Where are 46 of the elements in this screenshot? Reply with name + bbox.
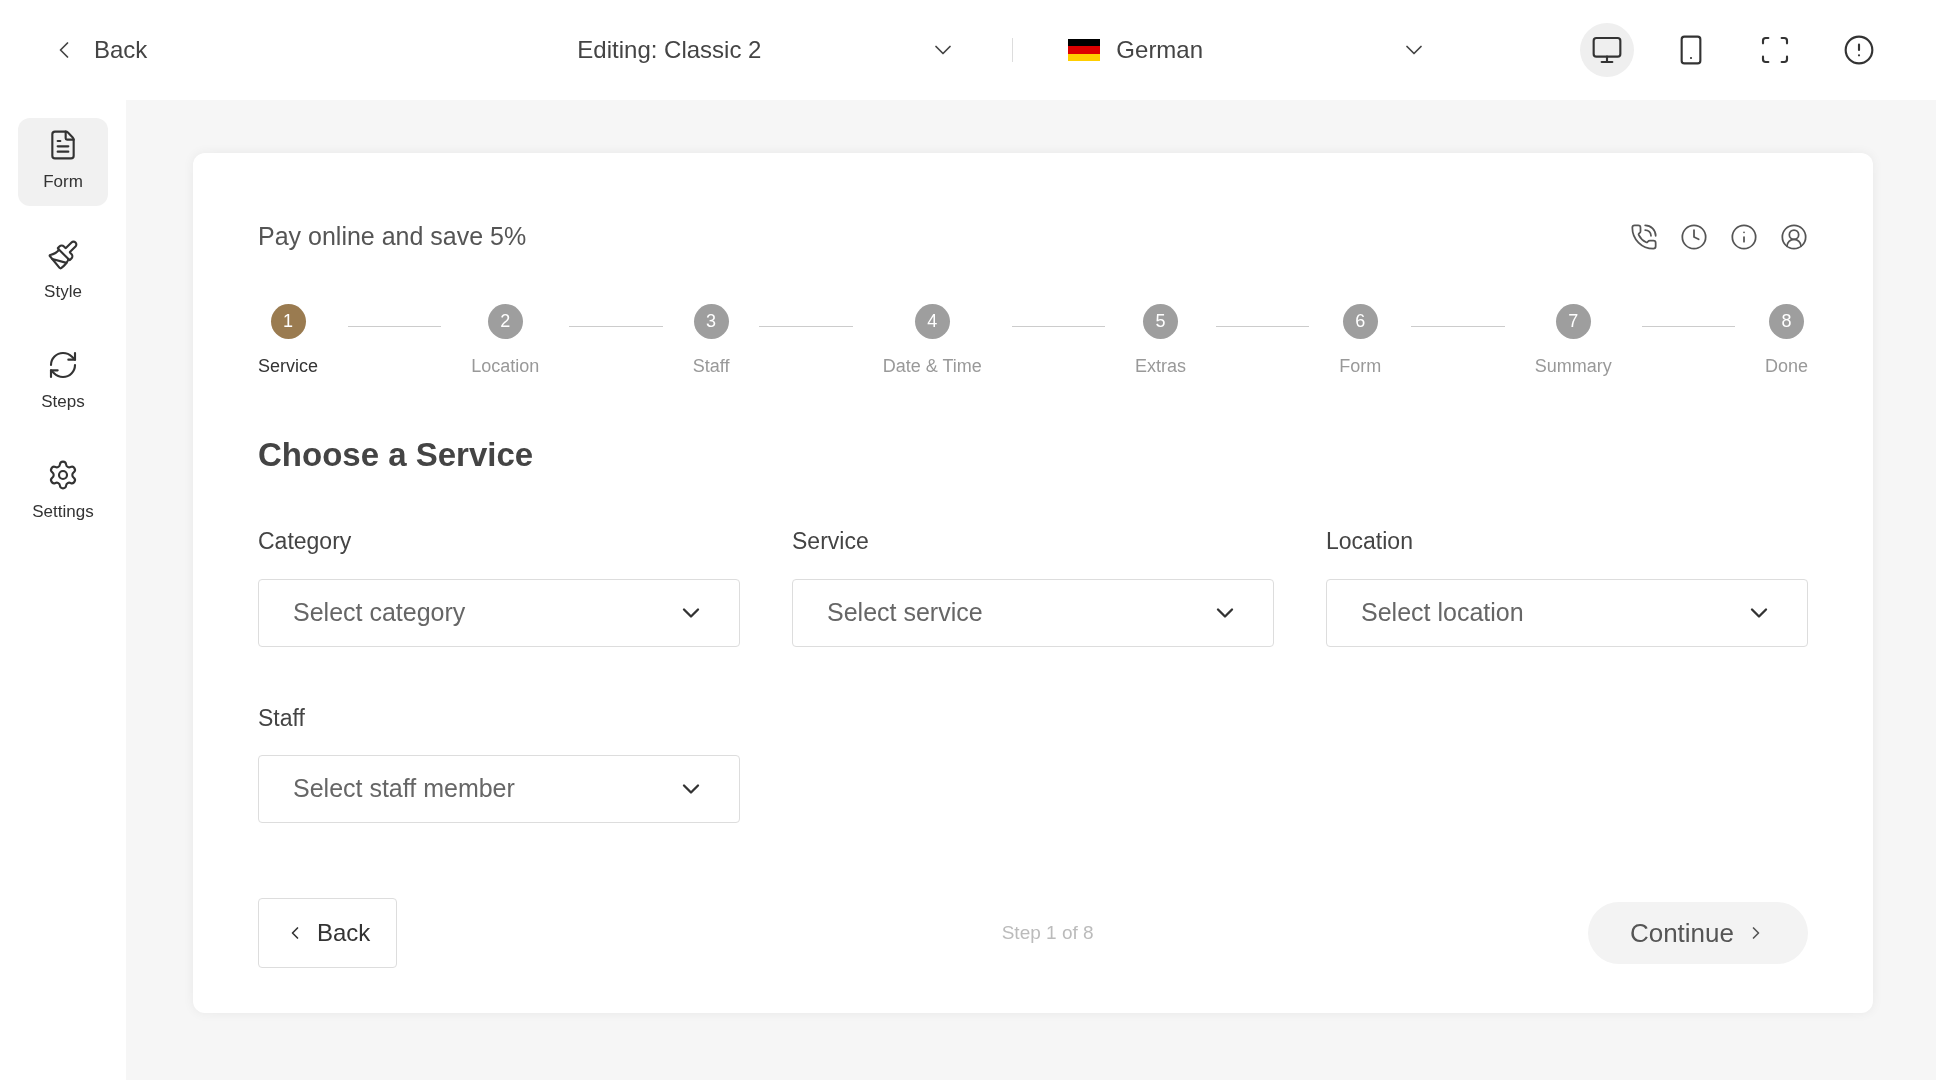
phone-icon[interactable] [1630, 222, 1658, 251]
template-dropdown[interactable]: Editing: Classic 2 [577, 32, 958, 68]
sidebar-item[interactable]: Settings [18, 448, 108, 536]
field-label: Staff [258, 703, 306, 733]
step-label: Form [1339, 354, 1382, 378]
select-field[interactable]: Select service [792, 578, 1274, 647]
step-label: Extras [1135, 354, 1187, 378]
section-heading: Choose a Service [258, 434, 535, 475]
back-link[interactable]: Back [50, 32, 148, 68]
language-dropdown[interactable]: German [1068, 32, 1429, 68]
select-field[interactable]: Select category [258, 578, 740, 647]
sidebar-item[interactable]: Steps [18, 338, 108, 426]
back-button[interactable]: Back [258, 898, 398, 968]
select-field[interactable]: Select location [1326, 578, 1808, 647]
sidebar-item[interactable]: Style [18, 228, 108, 316]
field-label: Service [792, 527, 870, 556]
step-label: Location [471, 354, 540, 378]
step-number: 2 [487, 303, 523, 339]
clock-icon[interactable] [1680, 222, 1708, 251]
step-number: 4 [914, 303, 950, 339]
continue-button[interactable]: Continue [1587, 902, 1808, 964]
step-number: 3 [693, 303, 729, 339]
step-number: 5 [1143, 303, 1179, 339]
field-label: Location [1326, 527, 1414, 556]
step-counter: Step 1 of 8 [1001, 920, 1094, 945]
step-number: 7 [1555, 303, 1591, 339]
select-field[interactable]: Select staff member [258, 755, 740, 823]
step-label: Service [258, 354, 319, 378]
step-label: Summary [1534, 354, 1612, 378]
step-label: Staff [692, 354, 730, 378]
sidebar-item[interactable]: Form [18, 118, 108, 206]
info-icon[interactable] [1730, 222, 1758, 251]
brush-icon [47, 239, 79, 272]
field-label: Category [258, 527, 353, 556]
user-icon[interactable] [1780, 222, 1808, 251]
fullscreen-icon [1759, 34, 1791, 66]
step-number: 1 [270, 303, 306, 339]
step-label: Done [1764, 354, 1808, 378]
settings-icon [47, 459, 79, 492]
germany-flag-icon [1068, 39, 1101, 61]
step-number: 6 [1342, 303, 1378, 339]
step-label: Date & Time [882, 354, 982, 378]
promo-text: Pay online and save 5% [258, 221, 527, 252]
desktop-icon [1591, 34, 1623, 66]
step-number: 8 [1768, 303, 1804, 339]
alert-icon [1843, 34, 1875, 66]
